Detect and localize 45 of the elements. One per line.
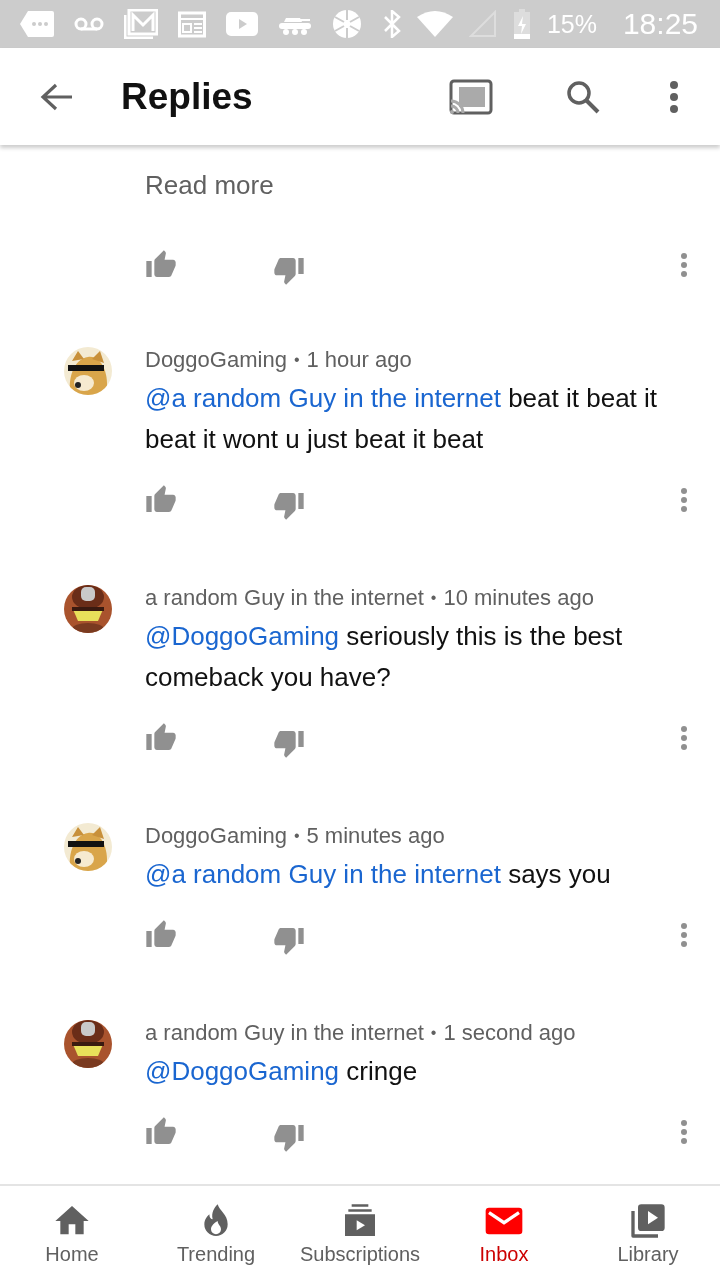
more-icon[interactable] [680,1119,688,1145]
nav-tab[interactable]: Inbox [432,1186,576,1280]
mention-link[interactable]: @a random Guy in the internet [145,383,501,413]
comment-author[interactable]: a random Guy in the internet [145,583,424,613]
comment-time: 10 minutes ago [443,584,594,612]
comment-author[interactable]: DoggoGaming [145,821,287,851]
comment-time: 1 second ago [443,1019,576,1047]
comment-text: @DoggoGaming cringe [145,1055,419,1088]
wifi-icon [416,11,453,37]
separator-dot: • [430,1023,437,1043]
comment-time: 5 minutes ago [306,822,445,850]
cast-icon[interactable] [449,78,493,115]
more-icon[interactable] [680,922,688,948]
search-icon[interactable] [565,78,601,115]
more-icon[interactable] [680,252,688,278]
mention-link[interactable]: @DoggoGaming [145,1056,340,1086]
comment-author[interactable]: a random Guy in the internet [145,1018,424,1048]
mail-icon [124,9,158,39]
comment-time: 1 hour ago [306,346,412,374]
aperture-icon [332,9,362,39]
mention-link[interactable]: @DoggoGaming [145,621,340,651]
more-icon[interactable] [680,725,688,751]
play-icon [226,12,258,36]
back-arrow-icon[interactable] [40,82,74,111]
nav-tab[interactable]: Subscriptions [288,1186,432,1280]
nav-tab[interactable]: Home [0,1186,144,1280]
separator-dot: • [430,588,437,608]
mention-link[interactable]: @a random Guy in the internet [145,859,501,889]
chat-icon [20,11,54,37]
read-more-link[interactable]: Read more [145,170,274,200]
comment-author[interactable]: DoggoGaming [145,345,287,375]
bluetooth-icon [382,10,401,38]
voicemail-icon [74,16,104,32]
nav-tab[interactable]: Library [576,1186,720,1280]
battery-icon [512,9,531,39]
comment-text: @DoggoGaming seriously this is the best comeback you have? [145,620,624,694]
more-icon[interactable] [680,487,688,513]
more-icon[interactable] [669,79,679,114]
calendar-icon [178,10,206,38]
separator-dot: • [293,350,300,370]
separator-dot: • [293,826,300,846]
nav-tab[interactable]: Trending [144,1186,288,1280]
page-title: Replies [121,75,254,118]
comment-text: @a random Guy in the internet says you [145,858,612,891]
comment-text: @a random Guy in the internet beat it beat it beat it wont u just beat it beat [145,382,659,456]
